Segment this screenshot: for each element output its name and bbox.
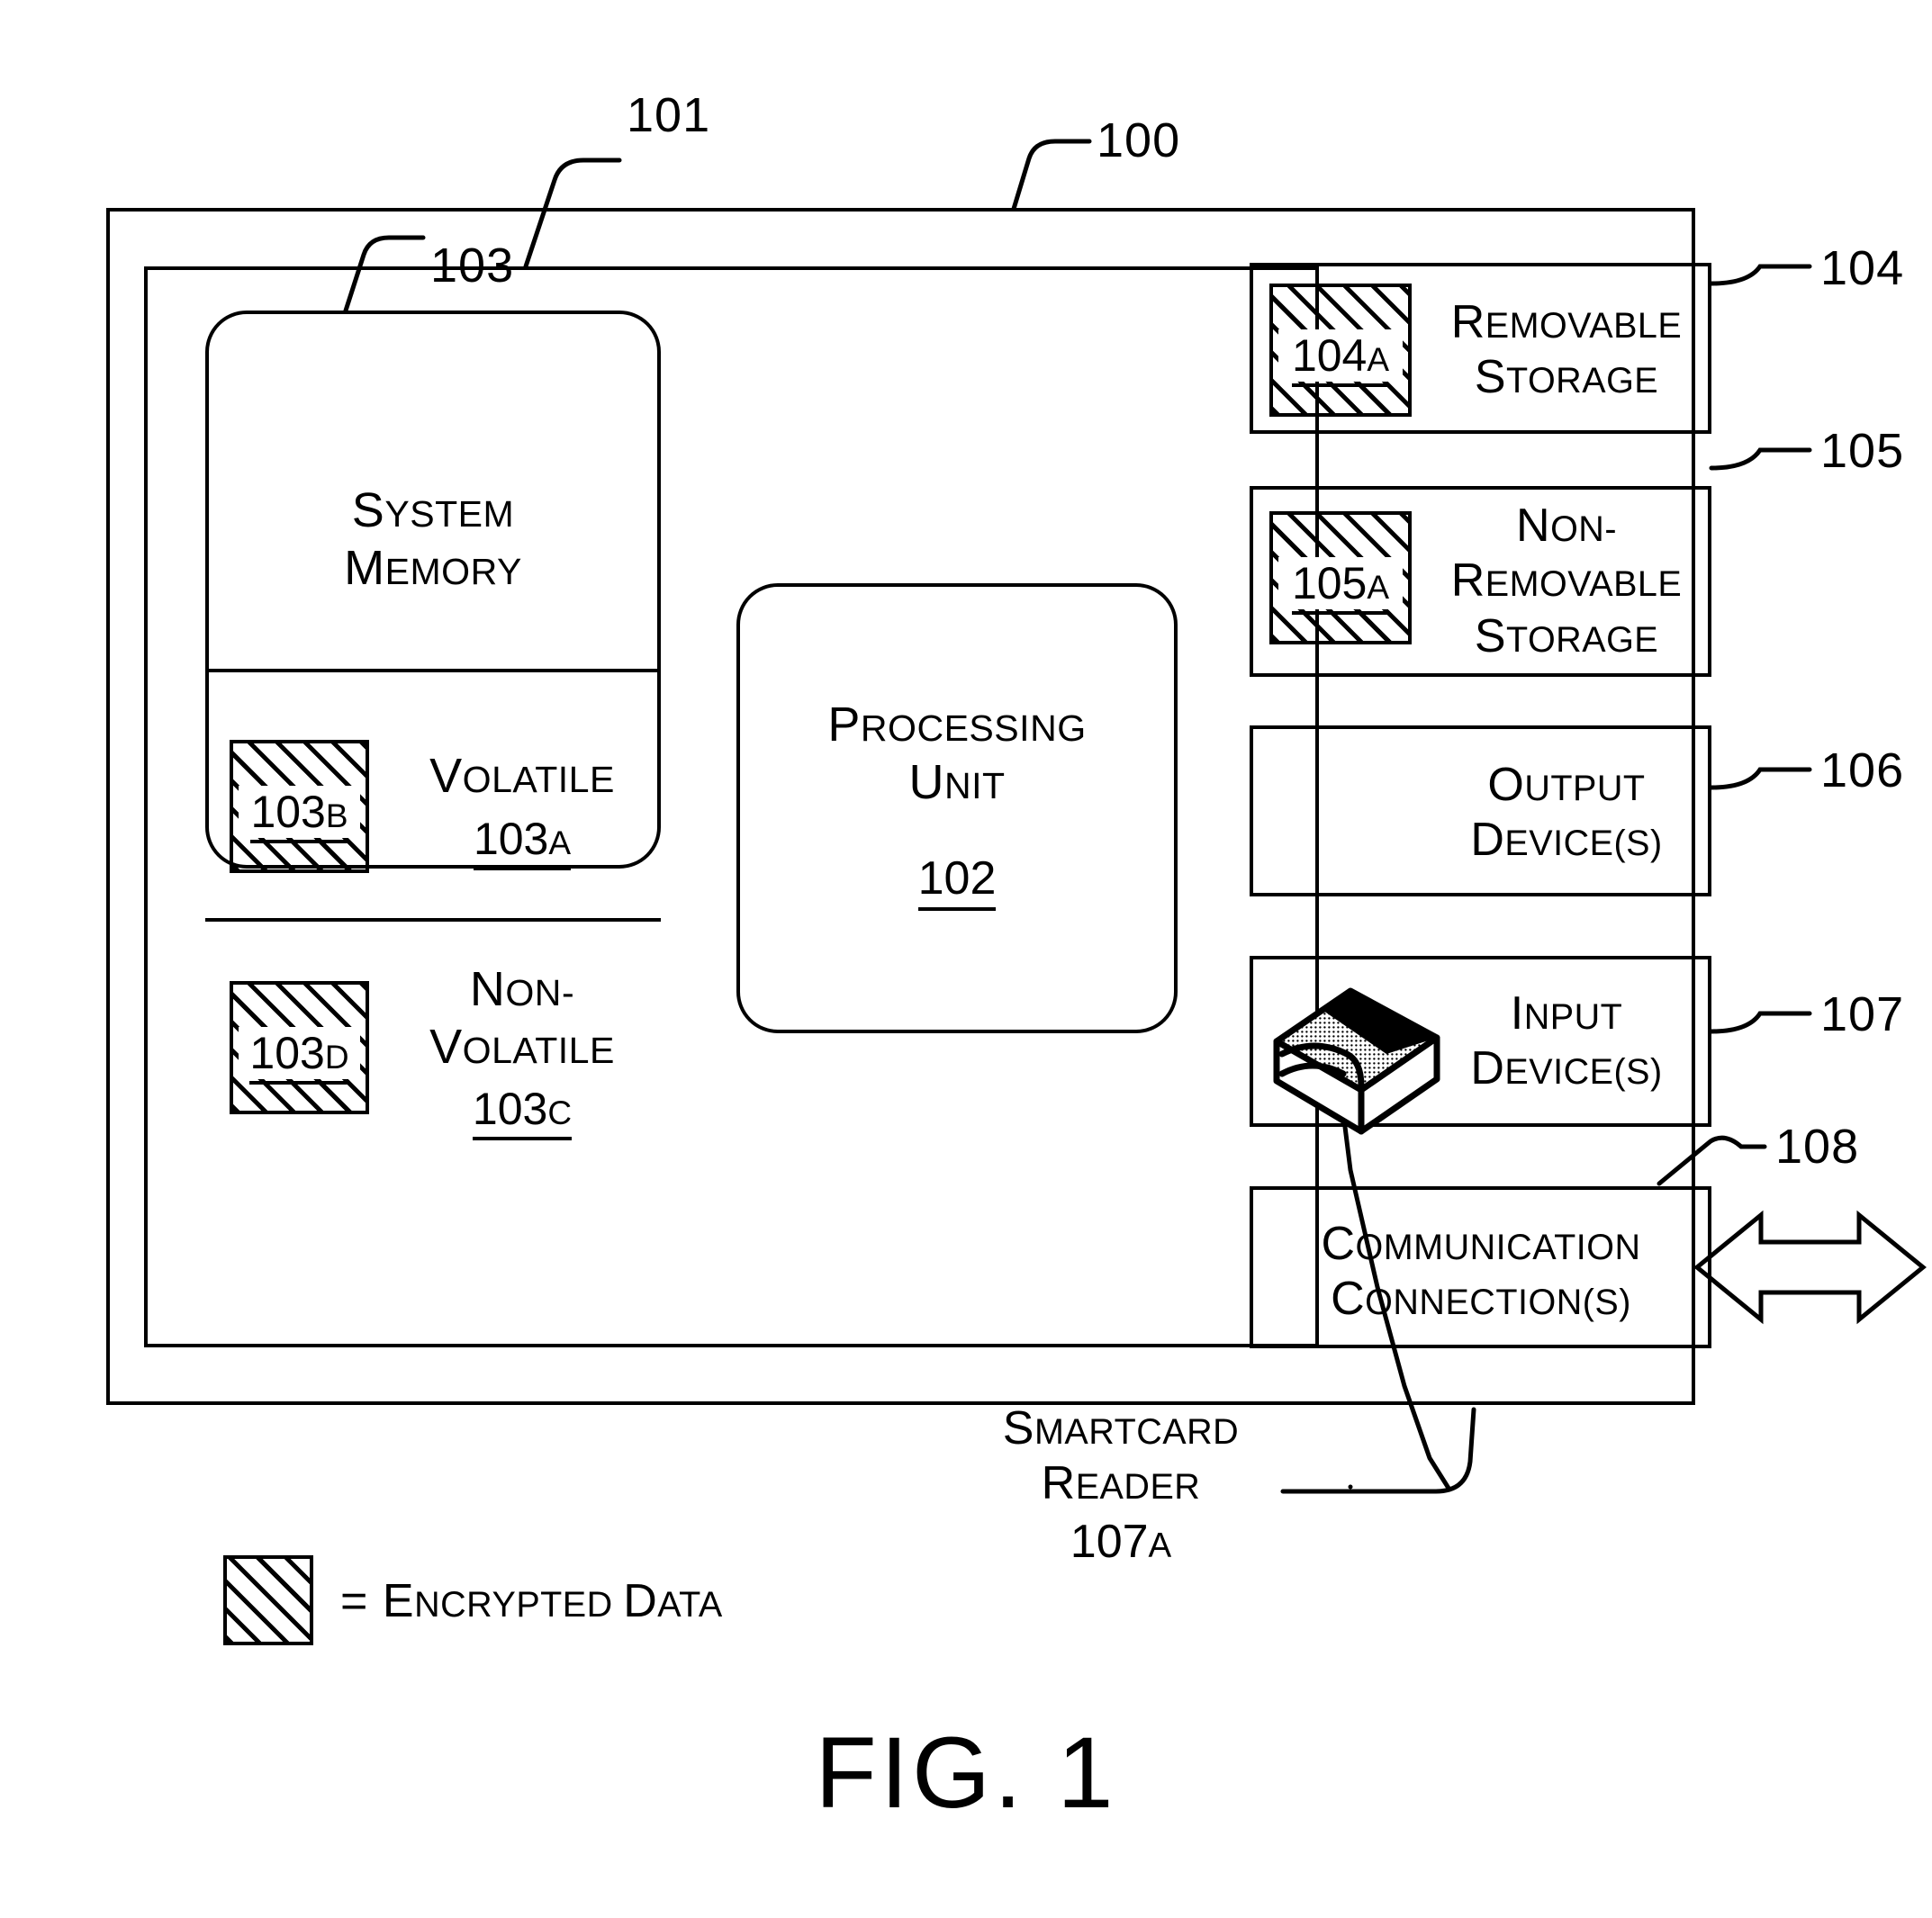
tag-103C-letter: C: [547, 1094, 573, 1132]
legend-encrypted-swatch: [223, 1555, 313, 1645]
non-removable-storage-label-group: NON- REMOVABLE STORAGE: [1431, 493, 1702, 670]
non-volatile-label-l2-rest: OLATILE: [462, 1029, 615, 1071]
legend-text: = ENCRYPTED DATA: [340, 1571, 723, 1634]
tag-107A-letter: A: [1148, 1526, 1172, 1566]
tag-104A-num: 104: [1291, 330, 1368, 381]
ref-number-107: 107: [1820, 987, 1905, 1041]
processing-unit-title-l2-first: U: [908, 755, 944, 809]
leader-line-107: [1709, 1011, 1812, 1034]
communication-connections-l2-first: C: [1331, 1273, 1366, 1325]
output-devices-label-group: OUTPUT DEVICE(S): [1431, 754, 1702, 871]
encrypted-swatch-103B: 103B: [230, 740, 369, 873]
communication-connections-label-group: COMMUNICATION CONNECTION(S): [1256, 1213, 1706, 1330]
non-volatile-label-l1-first: N: [469, 961, 506, 1016]
ref-number-104: 104: [1820, 241, 1905, 295]
bidirectional-arrow-icon: [1693, 1210, 1927, 1325]
non-removable-storage-l3-rest: TORAGE: [1506, 619, 1659, 660]
output-devices-l1-first: O: [1487, 758, 1525, 811]
ref-number-105: 105: [1820, 424, 1905, 478]
system-memory-title-l2-rest: EMORY: [384, 551, 522, 592]
non-removable-storage-l1-first: N: [1516, 499, 1551, 552]
output-devices-l2-first: D: [1470, 814, 1505, 866]
removable-storage-l2-rest: TORAGE: [1506, 361, 1659, 401]
processing-unit-title-l1-rest: ROCESSING: [860, 707, 1087, 750]
removable-storage-l1-first: R: [1450, 295, 1485, 348]
removable-storage-l1-rest: EMOVABLE: [1485, 305, 1683, 346]
ref-number-106: 106: [1820, 743, 1905, 797]
communication-connections-l2-rest: ONNECTION(S): [1365, 1283, 1631, 1322]
volatile-label-first: V: [429, 749, 463, 804]
legend-label-first2: D: [623, 1575, 658, 1628]
input-devices-l2-rest: EVICE(S): [1504, 1052, 1663, 1092]
encrypted-swatch-103D: 103D: [230, 981, 369, 1114]
non-removable-storage-l2-first: R: [1450, 554, 1485, 608]
legend-label-first: E: [382, 1575, 415, 1628]
processing-unit-title-l1-first: P: [827, 698, 861, 752]
output-devices-l1-rest: UTPUT: [1524, 768, 1646, 808]
leader-line-105: [1709, 447, 1812, 471]
output-devices-l2-rest: EVICE(S): [1504, 824, 1663, 863]
tag-103C-num: 103: [472, 1084, 548, 1135]
communication-connections-l1-rest: OMMUNICATION: [1355, 1227, 1641, 1267]
system-memory-title-l1-rest: YSTEM: [384, 493, 515, 536]
tag-103D-letter: D: [324, 1039, 349, 1076]
tag-102: 102: [917, 851, 997, 905]
removable-storage-l2-first: S: [1474, 351, 1507, 403]
ref-number-108: 108: [1775, 1120, 1860, 1174]
communication-connections-l1-first: C: [1321, 1217, 1356, 1270]
smartcard-reader-l2-first: R: [1041, 1457, 1076, 1509]
legend-label-rest2: ATA: [657, 1585, 723, 1625]
smartcard-reader-callout: SMARTCARD READER 107A: [950, 1401, 1292, 1569]
input-devices-l2-first: D: [1470, 1042, 1505, 1094]
system-memory-title-l1-first: S: [351, 483, 385, 538]
figure-caption: FIG. 1: [815, 1716, 1117, 1829]
removable-storage-label-group: REMOVABLE STORAGE: [1431, 284, 1702, 417]
legend-equals: =: [340, 1575, 368, 1628]
system-memory-divider-2: [205, 918, 661, 922]
tag-105A-letter: A: [1367, 569, 1390, 606]
encrypted-swatch-104A: 104A: [1269, 284, 1412, 417]
processing-unit-label-group: PROCESSING UNIT 102: [736, 684, 1178, 918]
tag-103D-num: 103: [249, 1028, 325, 1078]
input-devices-l1-first: I: [1510, 986, 1524, 1040]
tag-103A-letter: A: [548, 824, 572, 861]
tag-107A-num: 107: [1070, 1516, 1149, 1569]
leader-line-104: [1709, 264, 1812, 286]
encrypted-swatch-105A: 105A: [1269, 511, 1412, 644]
system-memory-divider-1: [205, 669, 661, 672]
smartcard-reader-l1-first: S: [1002, 1401, 1034, 1454]
ref-number-103: 103: [430, 239, 515, 293]
tag-103B-letter: B: [325, 797, 348, 834]
input-devices-l1-rest: NPUT: [1523, 996, 1623, 1037]
non-removable-storage-l3-first: S: [1474, 609, 1507, 662]
tag-105A-num: 105: [1291, 558, 1368, 608]
system-memory-title: SYSTEM MEMORY: [212, 483, 654, 595]
non-volatile-label-l2-first: V: [429, 1019, 463, 1074]
tag-104A-letter: A: [1367, 341, 1390, 378]
processing-unit-title-l2-rest: NIT: [943, 765, 1006, 806]
tag-103B-num: 103: [250, 787, 326, 837]
non-removable-storage-l2-rest: EMOVABLE: [1485, 564, 1683, 605]
smartcard-reader-l1-rest: MARTCARD: [1034, 1411, 1240, 1452]
ref-number-101: 101: [627, 88, 711, 142]
leader-line-100: [1011, 139, 1092, 212]
tag-103A-num: 103: [473, 813, 549, 864]
input-devices-label-group: INPUT DEVICE(S): [1431, 983, 1702, 1100]
legend-label-rest: NCRYPTED: [414, 1585, 624, 1625]
non-volatile-label-group: NON- VOLATILE 103C: [387, 956, 657, 1141]
ref-number-100: 100: [1097, 113, 1181, 167]
volatile-label-rest: OLATILE: [462, 759, 615, 801]
non-volatile-label-l1-rest: ON-: [505, 971, 575, 1013]
non-removable-storage-l1-rest: ON-: [1550, 509, 1617, 549]
system-memory-title-l2-first: M: [344, 541, 385, 595]
leader-line-106: [1709, 767, 1812, 790]
smartcard-reader-l2-rest: EADER: [1075, 1467, 1201, 1507]
volatile-label-group: VOLATILE 103A: [387, 740, 657, 873]
